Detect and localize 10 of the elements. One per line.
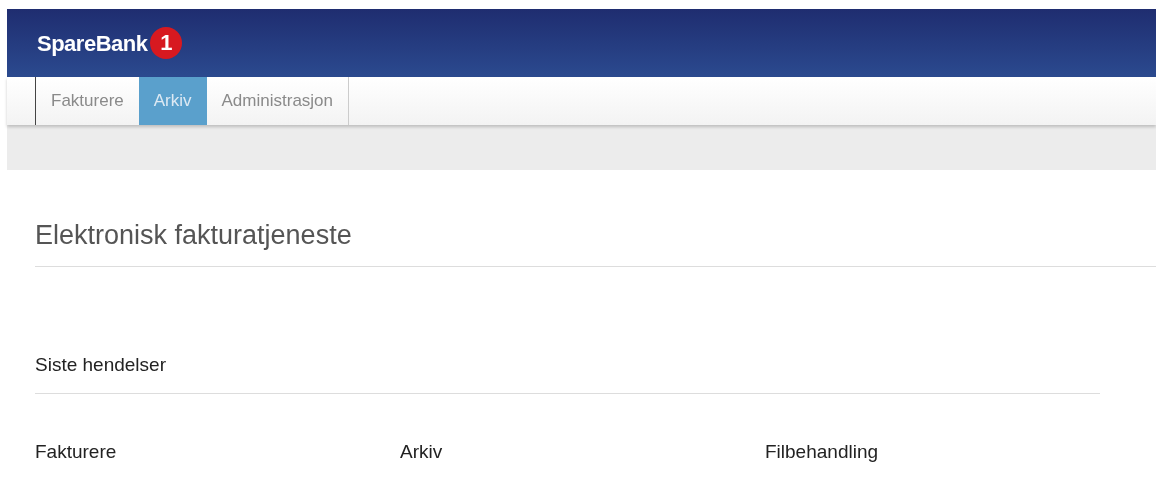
logo-badge: 1 bbox=[150, 27, 183, 59]
column-heading: Fakturere bbox=[35, 438, 370, 481]
column-heading: Arkiv bbox=[400, 438, 735, 481]
column-heading: Filbehandling bbox=[765, 438, 1100, 481]
logo-text: SpareBank bbox=[37, 29, 148, 58]
nav-tab[interactable]: Fakturere bbox=[36, 77, 139, 125]
nav-tab[interactable]: Administrasjon bbox=[206, 77, 349, 125]
page-title: Elektronisk fakturatjeneste bbox=[35, 215, 1156, 267]
section-title: Siste hendelser bbox=[35, 350, 1100, 394]
nav-tab[interactable]: Arkiv bbox=[138, 77, 207, 125]
